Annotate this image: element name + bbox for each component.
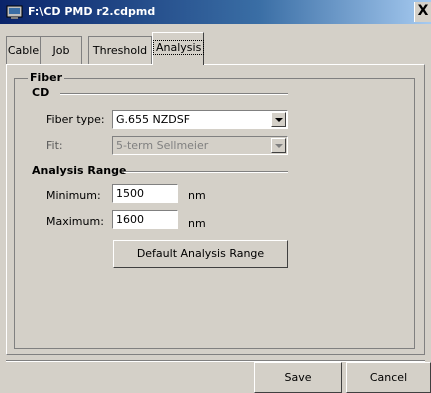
save-button[interactable]: Save <box>254 362 342 393</box>
tab-job[interactable]: Job <box>40 36 82 64</box>
minimum-label: Minimum: <box>46 189 101 202</box>
analysis-range-label: Analysis Range <box>32 164 131 177</box>
cancel-button[interactable]: Cancel <box>346 362 431 393</box>
tab-analysis[interactable]: Analysis <box>152 32 205 65</box>
chevron-down-icon <box>271 138 286 153</box>
maximum-label: Maximum: <box>46 215 104 228</box>
title-bar[interactable]: F:\CD PMD r2.cdpmd X <box>0 0 431 24</box>
analysis-range-divider <box>124 171 288 173</box>
chevron-down-icon[interactable] <box>271 112 286 127</box>
close-icon[interactable]: X <box>414 2 431 22</box>
maximum-input[interactable]: 1600 <box>112 210 178 229</box>
default-analysis-range-button[interactable]: Default Analysis Range <box>113 240 288 268</box>
tab-threshold[interactable]: Threshold <box>88 36 152 64</box>
tab-cable[interactable]: Cable <box>6 36 41 64</box>
window-title: F:\CD PMD r2.cdpmd <box>28 5 156 18</box>
fiber-type-label: Fiber type: <box>46 113 105 126</box>
app-icon <box>6 4 23 20</box>
maximum-unit: nm <box>188 217 206 230</box>
cd-divider <box>60 93 288 95</box>
fiber-group-label: Fiber <box>28 71 65 84</box>
fit-label: Fit: <box>46 139 63 152</box>
cd-section-label: CD <box>32 86 54 99</box>
fit-select: 5-term Sellmeier <box>112 136 288 155</box>
minimum-unit: nm <box>188 189 206 202</box>
fiber-type-select[interactable]: G.655 NZDSF <box>112 110 288 129</box>
minimum-input[interactable]: 1500 <box>112 184 178 203</box>
